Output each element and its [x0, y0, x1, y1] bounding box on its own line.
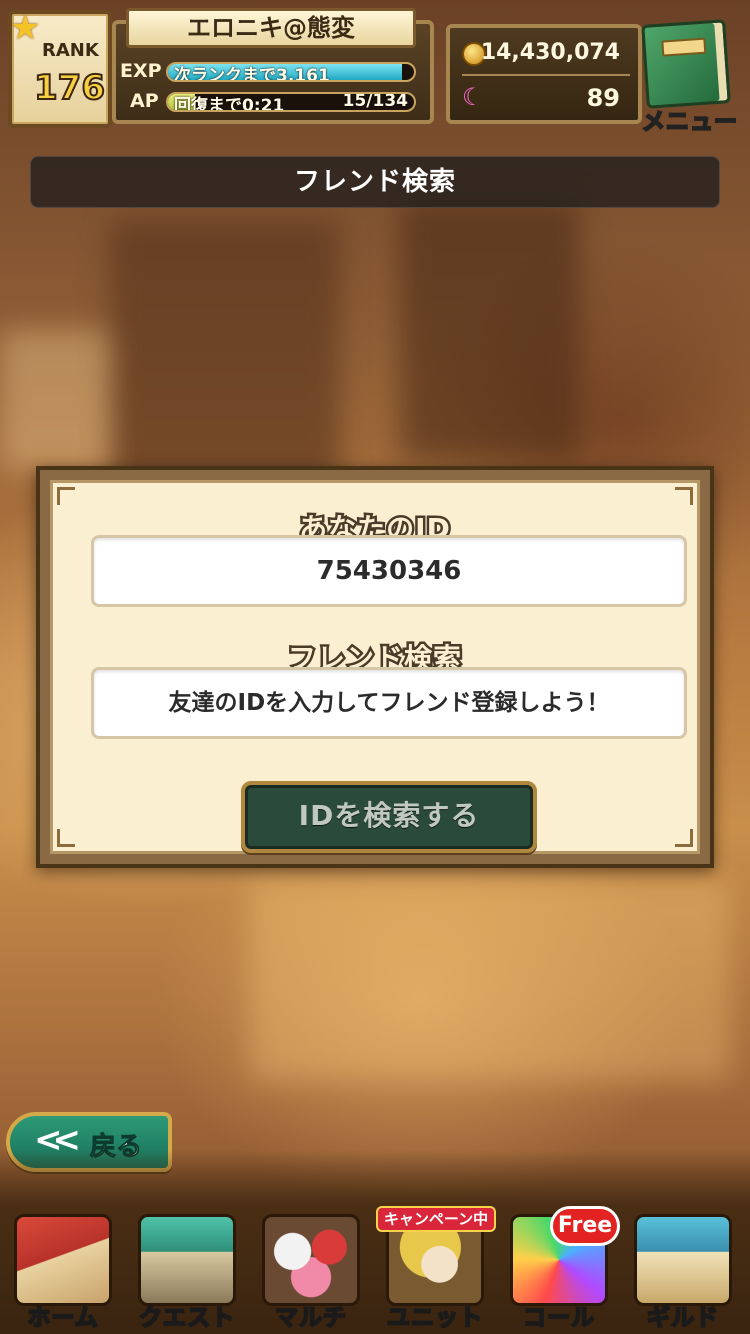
rank-card[interactable]: ★ RANK 176 — [8, 8, 112, 128]
gate-icon — [138, 1214, 236, 1306]
currency-panel: 14,430,074 ☾ 89 — [446, 24, 642, 124]
background-window — [0, 330, 110, 470]
rainbow-moon-icon: ☾ — [462, 83, 484, 111]
coin-count: 14,430,074 — [480, 40, 620, 65]
your-id-field: 75430346 — [91, 535, 687, 607]
exp-row: EXP 次ランクまで3,161 — [120, 60, 420, 84]
exp-label: EXP — [120, 60, 162, 82]
page-title: フレンド検索 — [30, 156, 720, 208]
exp-text: 次ランクまで3,161 — [174, 66, 330, 82]
search-id-button[interactable]: IDを検索する — [241, 781, 537, 853]
dialog-corner-ornament — [57, 829, 75, 847]
friend-search-dialog: あなたのID 75430346 フレンド検索 友達のIDを入力してフレンド登録し… — [36, 466, 714, 868]
dialog-body: あなたのID 75430346 フレンド検索 友達のIDを入力してフレンド登録し… — [50, 480, 700, 854]
nav-home-label: ホーム — [26, 1304, 99, 1332]
multi-characters-icon — [262, 1214, 360, 1306]
ap-bar: 回復まで0:21 15/134 — [166, 92, 416, 112]
nav-quest[interactable]: クエスト — [126, 1206, 248, 1334]
player-name-banner[interactable]: エロニキ@態変 — [126, 8, 416, 48]
menu-label: メニュー — [641, 108, 738, 136]
nav-quest-label: クエスト — [138, 1304, 235, 1332]
menu-button[interactable]: メニュー — [634, 18, 744, 136]
campaign-badge: キャンペーン中 — [376, 1206, 496, 1232]
exp-bar: 次ランクまで3,161 — [166, 62, 416, 82]
star-icon: ★ — [10, 8, 41, 48]
background-cabinet — [400, 200, 580, 460]
castle-icon — [634, 1214, 732, 1306]
ap-recovery-text: 回復まで0:21 — [174, 96, 285, 112]
nav-call-label: コール — [522, 1304, 595, 1332]
book-icon — [641, 19, 731, 109]
ap-value: 15/134 — [342, 92, 408, 111]
nav-home[interactable]: ホーム — [2, 1206, 124, 1334]
dialog-corner-ornament — [57, 487, 75, 505]
ap-row: AP 回復まで0:21 15/134 — [120, 90, 420, 114]
nav-guild-label: ギルド — [646, 1304, 719, 1332]
top-hud: ★ RANK 176 エロニキ@態変 EXP 次ランクまで3,161 AP 回復… — [0, 0, 750, 145]
nav-guild[interactable]: ギルド — [622, 1206, 744, 1334]
background-table — [250, 880, 730, 1080]
rank-label: RANK — [42, 40, 99, 61]
nav-unit-label: ユニット — [386, 1304, 483, 1332]
house-icon — [14, 1214, 112, 1306]
rank-value: 176 — [33, 67, 106, 109]
dialog-corner-ornament — [675, 487, 693, 505]
dialog-corner-ornament — [675, 829, 693, 847]
free-badge: Free — [550, 1206, 620, 1246]
bottom-nav: ホーム クエスト マルチ ユニット コール ギルド — [0, 1150, 750, 1334]
panel-divider — [462, 74, 630, 76]
ap-label: AP — [130, 90, 159, 112]
gem-count: 89 — [586, 84, 620, 112]
friend-id-input[interactable]: 友達のIDを入力してフレンド登録しよう！ — [91, 667, 687, 739]
nav-multi-label: マルチ — [274, 1304, 347, 1332]
nav-multi[interactable]: マルチ — [250, 1206, 372, 1334]
